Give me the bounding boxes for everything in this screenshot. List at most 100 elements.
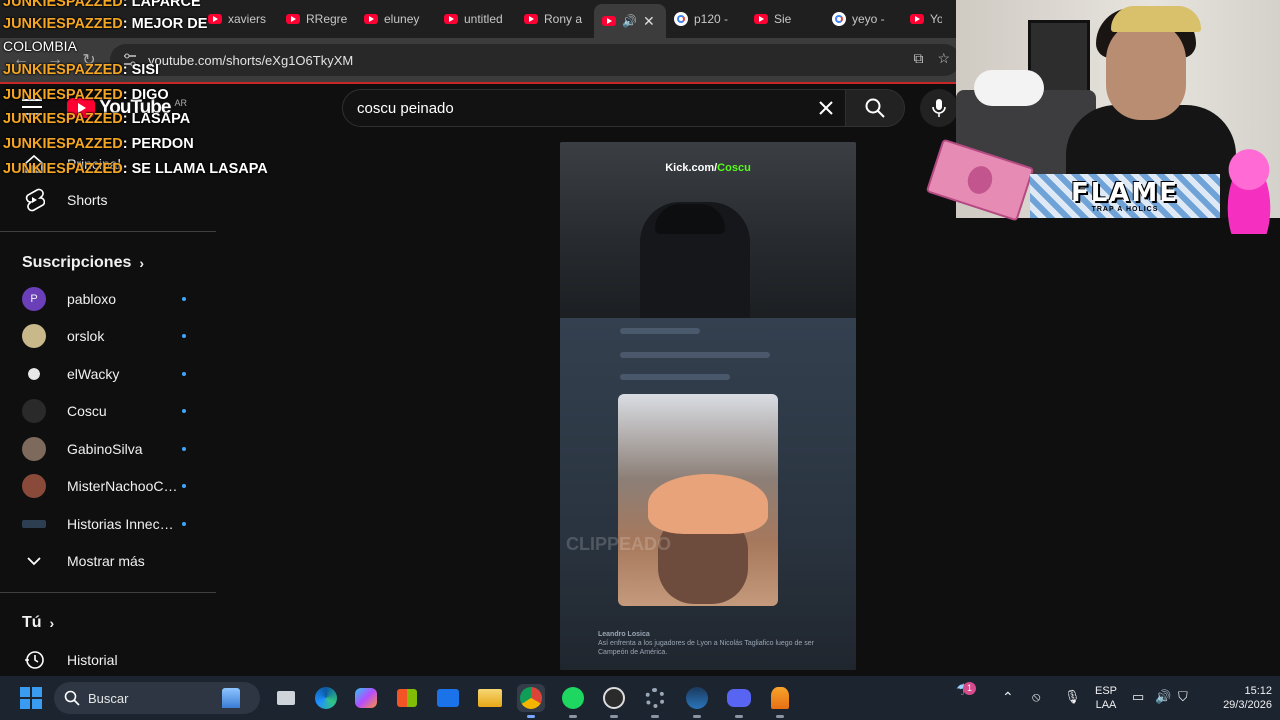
- google-icon: [832, 12, 846, 26]
- browser-tab[interactable]: Rony a: [516, 4, 594, 34]
- browser-tab[interactable]: untitled: [436, 4, 516, 34]
- youtube-icon: [444, 14, 458, 24]
- network-icon[interactable]: ▭: [1132, 690, 1144, 704]
- new-content-dot: [182, 447, 186, 451]
- sidebar-item-subscription[interactable]: orslok: [0, 318, 216, 354]
- explorer-icon[interactable]: [476, 684, 504, 712]
- sidebar: Principal Shorts Suscripciones › P pablo…: [0, 134, 216, 680]
- flame-banner: FLAME TRAP A HOLICS: [1030, 174, 1220, 218]
- tweet-footer: Leandro Losica Así enfrenta a los jugado…: [598, 630, 838, 657]
- search-input[interactable]: coscu peinado: [342, 89, 858, 127]
- new-content-dot: [182, 522, 186, 526]
- discord-icon[interactable]: [725, 684, 753, 718]
- obs-icon[interactable]: [600, 684, 628, 718]
- tweet-placeholder-line: [620, 374, 730, 380]
- files-icon[interactable]: [272, 684, 300, 712]
- browser-tab[interactable]: eluney: [356, 4, 436, 34]
- volume-icon[interactable]: 🔊: [1155, 690, 1171, 704]
- outlook-icon[interactable]: [434, 684, 462, 712]
- spotify-icon[interactable]: [559, 684, 587, 718]
- you-heading[interactable]: Tú ›: [22, 614, 54, 632]
- history-icon: [22, 648, 46, 672]
- browser-tab[interactable]: yeyo -: [824, 4, 902, 34]
- edge-icon[interactable]: [312, 684, 340, 712]
- voice-search-button[interactable]: [920, 89, 958, 127]
- shorts-icon: [22, 188, 46, 212]
- kick-watermark: Kick.com/Coscu: [665, 162, 751, 174]
- show-more-button[interactable]: Mostrar más: [0, 543, 216, 579]
- chat-message: JUNKIESPAZZED: SE LLAMA LASAPA: [3, 161, 268, 177]
- avatar: [22, 399, 46, 423]
- store-icon[interactable]: [393, 684, 421, 712]
- screen: xaviers RRegre eluney untitled Rony a 🔊 ✕…: [0, 0, 1280, 720]
- avatar: [22, 437, 46, 461]
- avatar: P: [22, 287, 46, 311]
- short-video-player[interactable]: Kick.com/Coscu CLIPPEADO Leandro Losica …: [560, 142, 856, 670]
- browser-tab-active[interactable]: 🔊 ✕: [594, 4, 666, 38]
- new-content-dot: [182, 409, 186, 413]
- taskbar: Buscar ☂ 1 ⌃ ⦸ 🎙 ESP LAA ▭ 🔊 ⛉ 15:12: [0, 676, 1280, 720]
- chevron-right-icon: ›: [139, 255, 145, 271]
- new-content-dot: [182, 372, 186, 376]
- chat-message-continuation: COLOMBIA: [3, 38, 77, 54]
- sidebar-item-subscription[interactable]: MisterNachooCli...: [0, 468, 216, 504]
- sidebar-item-history[interactable]: Historial: [0, 642, 216, 678]
- sidebar-item-shorts[interactable]: Shorts: [0, 182, 216, 218]
- youtube-icon: [754, 14, 768, 24]
- avatar: [22, 324, 46, 348]
- install-app-icon[interactable]: ⧉: [913, 50, 923, 67]
- sidebar-item-subscription[interactable]: Historias Innece...: [0, 506, 216, 542]
- clip-watermark: CLIPPEADO: [566, 534, 672, 554]
- short-video-top-frame: Kick.com/Coscu: [560, 142, 856, 318]
- avatar: [22, 512, 46, 536]
- chevron-right-icon: ›: [49, 615, 55, 631]
- tweet-handle: Leandro Losica: [598, 631, 650, 638]
- buddha-sticker: [1218, 142, 1280, 234]
- photo-hat-figure: [648, 474, 768, 534]
- fl-studio-icon[interactable]: [766, 684, 794, 718]
- youtube-icon: [524, 14, 538, 24]
- language-indicator[interactable]: ESP LAA: [1092, 684, 1120, 712]
- weather-widget[interactable]: ☂ 1: [950, 682, 976, 710]
- copilot-icon[interactable]: [352, 684, 380, 712]
- browser-tab[interactable]: RRegre: [278, 4, 356, 34]
- clock[interactable]: 15:12 29/3/2026: [1204, 684, 1272, 712]
- tweet-photo: [618, 394, 778, 606]
- browser-tab[interactable]: p120 -: [666, 4, 746, 34]
- settings-icon[interactable]: [641, 684, 669, 718]
- sidebar-item-subscription[interactable]: elWacky: [0, 356, 216, 392]
- youtube-icon: [364, 14, 378, 24]
- search-button[interactable]: [845, 89, 905, 127]
- browser-tab[interactable]: Sie: [746, 4, 824, 34]
- browser-tab[interactable]: Yo: [902, 4, 942, 34]
- youtube-icon: [602, 16, 616, 26]
- new-content-dot: [182, 334, 186, 338]
- battery-shield-icon[interactable]: ⛉: [1178, 690, 1188, 704]
- close-tab-icon[interactable]: ✕: [643, 13, 655, 30]
- steam-icon[interactable]: [683, 684, 711, 718]
- stream-chat-overlay: JUNKIESPAZZED: LAPARCE JUNKIESPAZZED: ME…: [3, 0, 273, 180]
- mute-sync-icon[interactable]: ⦸: [1032, 690, 1040, 704]
- sidebar-item-subscription[interactable]: GabinoSilva: [0, 431, 216, 467]
- chat-message: JUNKIESPAZZED: MEJOR DE: [3, 16, 208, 32]
- mic-icon[interactable]: 🎙: [1064, 690, 1081, 704]
- bookmark-star-icon[interactable]: ☆: [937, 50, 950, 67]
- chevron-up-icon[interactable]: ⌃: [1002, 690, 1014, 704]
- speaker-icon: 🔊: [622, 14, 637, 28]
- subscriptions-heading[interactable]: Suscripciones ›: [22, 254, 144, 272]
- avatar: [22, 474, 46, 498]
- tweet-placeholder-line: [620, 352, 770, 358]
- new-content-dot: [182, 484, 186, 488]
- windows-start-icon[interactable]: [20, 687, 42, 709]
- chrome-icon[interactable]: [517, 684, 545, 718]
- sidebar-item-subscription[interactable]: P pabloxo: [0, 281, 216, 317]
- video-cap-figure: [655, 204, 725, 234]
- search-icon: [865, 98, 885, 118]
- webcam-streamer-cap: [1111, 6, 1201, 32]
- taskbar-search[interactable]: Buscar: [54, 682, 260, 714]
- clear-search-icon[interactable]: [812, 94, 840, 122]
- sidebar-item-subscription[interactable]: Coscu: [0, 393, 216, 429]
- webcam-pillow: [974, 70, 1044, 106]
- tweet-placeholder-line: [620, 328, 700, 334]
- webcam-streamer-face: [1106, 20, 1186, 120]
